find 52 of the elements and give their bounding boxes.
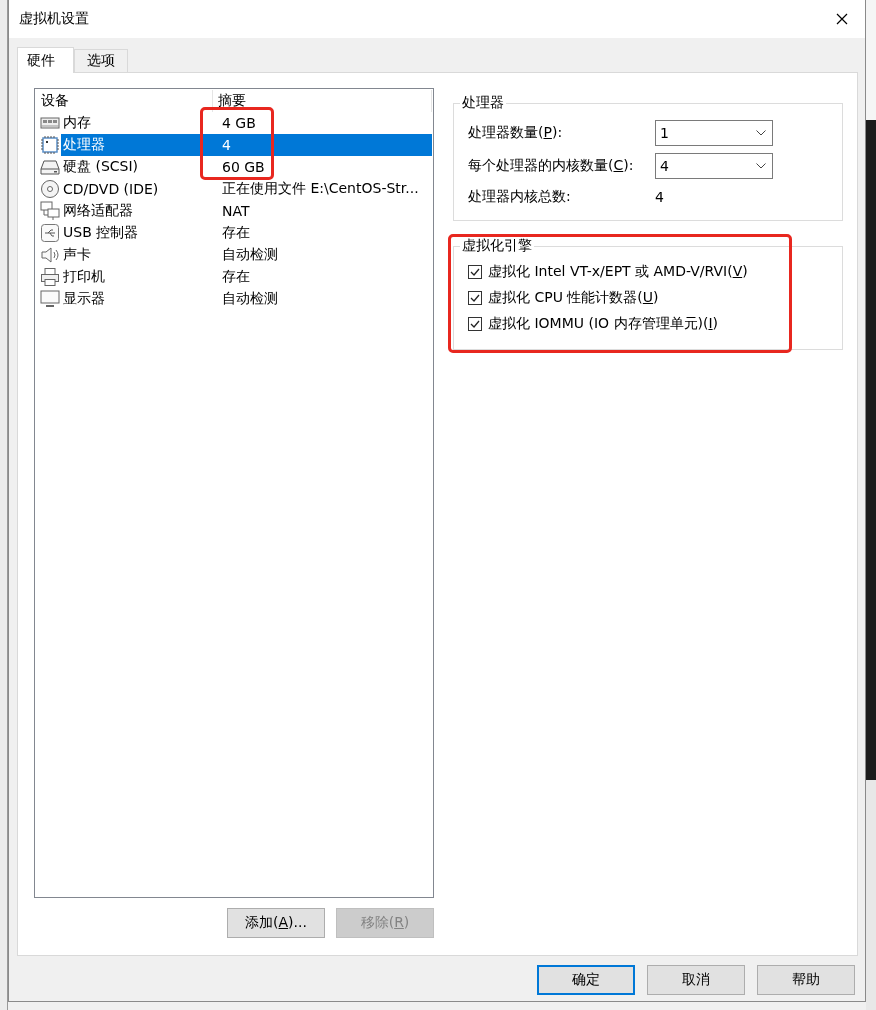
chevron-down-icon — [756, 162, 766, 169]
field-label: 处理器内核总数: — [468, 188, 572, 206]
checkbox-label[interactable]: 虚拟化 CPU 性能计数器(U) — [488, 289, 659, 307]
network-icon — [40, 201, 60, 221]
device-name[interactable]: 内存 — [61, 112, 216, 134]
device-name[interactable]: 声卡 — [61, 244, 216, 266]
checkbox-label[interactable]: 虚拟化 Intel VT-x/EPT 或 AMD-V/RVI(V) — [488, 263, 748, 281]
device-name[interactable]: 网络适配器 — [61, 200, 216, 222]
group-title: 处理器 — [461, 94, 505, 112]
device-summary: 自动检测 — [221, 289, 279, 308]
monitor-icon — [40, 290, 60, 308]
group-title: 虚拟化引擎 — [461, 237, 533, 255]
column-header[interactable]: 设备 — [36, 90, 213, 112]
dropdown[interactable]: 4 — [655, 152, 773, 179]
device-summary: 4 — [216, 134, 432, 156]
list-button[interactable]: 添加(A)... — [227, 908, 325, 938]
dropdown[interactable]: 1 — [655, 119, 773, 146]
checkbox[interactable] — [468, 291, 482, 305]
dialog-button[interactable]: 帮助 — [757, 965, 855, 995]
checkbox[interactable] — [468, 265, 482, 279]
device-name[interactable]: USB 控制器 — [61, 222, 216, 244]
device-summary: 自动检测 — [221, 245, 279, 264]
chevron-down-icon — [756, 129, 766, 136]
device-name[interactable]: 硬盘 (SCSI) — [61, 156, 216, 178]
device-name[interactable]: 处理器 — [61, 134, 216, 156]
dialog-button[interactable]: 确定 — [537, 965, 635, 995]
checkbox-label[interactable]: 虚拟化 IOMMU (IO 内存管理单元)(I) — [488, 315, 719, 333]
speaker-icon — [40, 246, 60, 264]
usb-icon — [40, 223, 60, 243]
printer-icon — [40, 267, 60, 287]
device-summary: 正在使用文件 E:\CentOS-Str... — [221, 179, 420, 198]
device-summary: 存在 — [221, 223, 251, 242]
device-summary: 存在 — [221, 267, 251, 286]
chip-icon — [40, 135, 60, 155]
checkbox[interactable] — [468, 317, 482, 331]
dialog-button[interactable]: 取消 — [647, 965, 745, 995]
disc-icon — [40, 179, 60, 199]
device-summary: 60 GB — [221, 158, 266, 177]
device-summary: 4 GB — [221, 114, 257, 133]
field-label: 处理器数量(P): — [468, 123, 564, 142]
memory-icon — [40, 116, 60, 130]
close-icon — [836, 13, 848, 25]
device-name[interactable]: CD/DVD (IDE) — [61, 178, 216, 200]
tab[interactable]: 硬件 — [17, 47, 74, 73]
device-name[interactable]: 打印机 — [61, 266, 216, 288]
device-name[interactable]: 显示器 — [61, 288, 216, 310]
column-header[interactable]: 摘要 — [213, 90, 432, 112]
field-value: 4 — [655, 189, 665, 205]
tab[interactable]: 选项 — [74, 49, 128, 72]
window-title: 虚拟机设置 — [19, 10, 89, 28]
device-summary: NAT — [221, 202, 251, 221]
field-label: 每个处理器的内核数量(C): — [468, 156, 635, 175]
